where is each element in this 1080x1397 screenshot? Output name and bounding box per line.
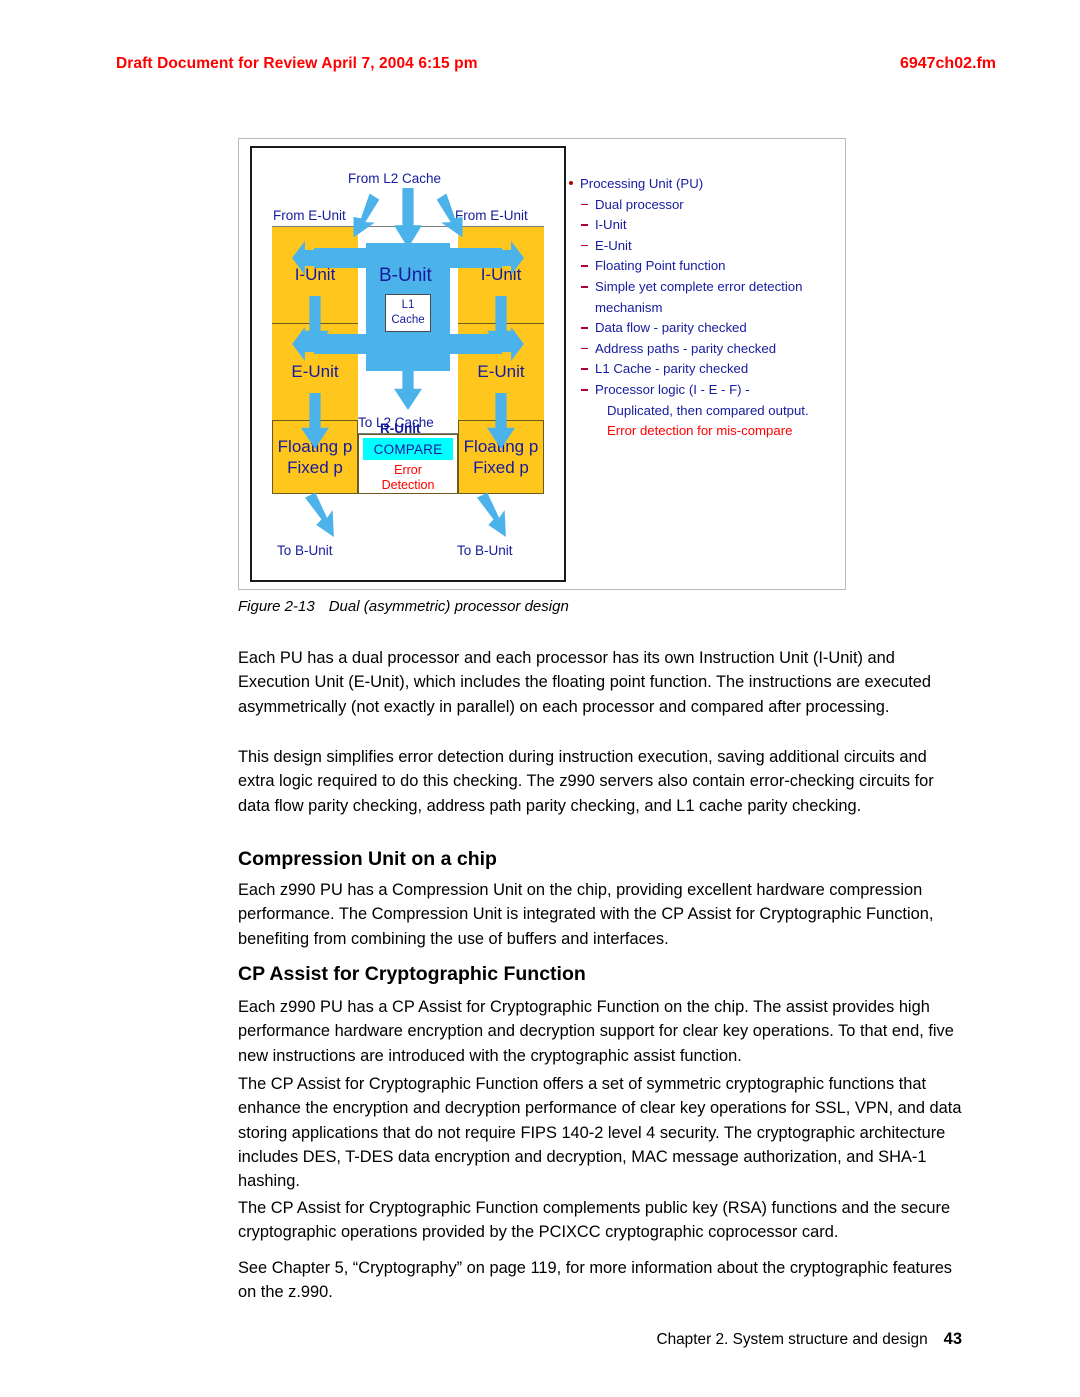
l1-cache-box: L1 Cache (385, 294, 431, 332)
label-to-b-unit-left: To B-Unit (277, 543, 333, 558)
label-to-b-unit-right: To B-Unit (457, 543, 513, 558)
r-unit-label: R-Unit (380, 421, 421, 436)
list-item: E-Unit (568, 236, 840, 257)
figure-caption: Figure 2-13 Dual (asymmetric) processor d… (238, 598, 569, 615)
right-fixed-point-label: Fixed p (473, 458, 529, 477)
b-unit-label: B-Unit (379, 265, 432, 286)
list-item: Data flow - parity checked (568, 318, 840, 339)
b-unit-lower-bus (314, 334, 502, 354)
page-number: 43 (943, 1330, 962, 1348)
list-item: I-Unit (568, 215, 840, 236)
l1-cache-line2: Cache (391, 314, 425, 326)
paragraph-7: See Chapter 5, “Cryptography” on page 11… (238, 1259, 953, 1302)
label-from-e-unit-right: From E-Unit (455, 208, 528, 223)
arrow-right-to-b-unit (469, 487, 518, 544)
list-item: Floating Point function (568, 256, 840, 277)
heading-compression-unit: Compression Unit on a chip (238, 848, 497, 870)
list-item: Processor logic (I - E - F) - (568, 380, 840, 401)
arrow-from-l2-cache-in (394, 188, 422, 248)
pu-feature-list: Processing Unit (PU) Dual processor I-Un… (568, 174, 840, 442)
list-item: Duplicated, then compared output. (607, 402, 809, 418)
paragraph-2: This design simplifies error detection d… (238, 748, 934, 815)
paragraph-6: The CP Assist for Cryptographic Function… (238, 1199, 951, 1242)
list-item: Processing Unit (PU) (568, 174, 840, 195)
figure-caption-text: Dual (asymmetric) processor design (328, 598, 569, 615)
draft-notice: Draft Document for Review April 7, 2004 … (116, 55, 478, 72)
compare-label: COMPARE (373, 441, 443, 457)
paragraph-5: The CP Assist for Cryptographic Function… (238, 1075, 962, 1191)
page-footer: Chapter 2. System structure and design 43 (238, 1330, 962, 1349)
left-e-unit-label: E-Unit (291, 362, 339, 382)
label-from-l2-cache: From L2 Cache (348, 171, 442, 186)
compare-box: COMPARE (363, 438, 453, 460)
figure-2-13: From L2 Cache From E-Unit From E-Unit I-… (238, 138, 846, 590)
right-e-unit-label: E-Unit (477, 362, 525, 382)
footer-chapter-text: Chapter 2. System structure and design (656, 1331, 928, 1348)
page-header: Draft Document for Review April 7, 2004 … (116, 55, 996, 73)
paragraph-1: Each PU has a dual processor and each pr… (238, 649, 932, 716)
list-item: Simple yet complete error detection mech… (568, 277, 840, 318)
paragraph-3: Each z990 PU has a Compression Unit on t… (238, 881, 934, 948)
arrow-left-to-b-unit (297, 487, 346, 544)
left-fixed-point-label: Fixed p (287, 458, 343, 477)
pu-diagram: From L2 Cache From E-Unit From E-Unit I-… (250, 146, 566, 582)
figure-caption-number: Figure 2-13 (238, 598, 315, 615)
heading-cp-assist: CP Assist for Cryptographic Function (238, 963, 586, 985)
error-line-2: Detection (381, 478, 435, 492)
list-item: L1 Cache - parity checked (568, 359, 840, 380)
list-item: Error detection for mis-compare (607, 423, 793, 439)
error-line-1: Error (394, 463, 422, 477)
l1-cache-line1: L1 (401, 299, 415, 312)
source-file-name: 6947ch02.fm (899, 55, 996, 72)
paragraph-4: Each z990 PU has a CP Assist for Cryptog… (238, 998, 954, 1065)
list-item: Address paths - parity checked (568, 339, 840, 360)
label-from-e-unit-left: From E-Unit (273, 208, 346, 223)
list-item: Dual processor (568, 195, 840, 216)
